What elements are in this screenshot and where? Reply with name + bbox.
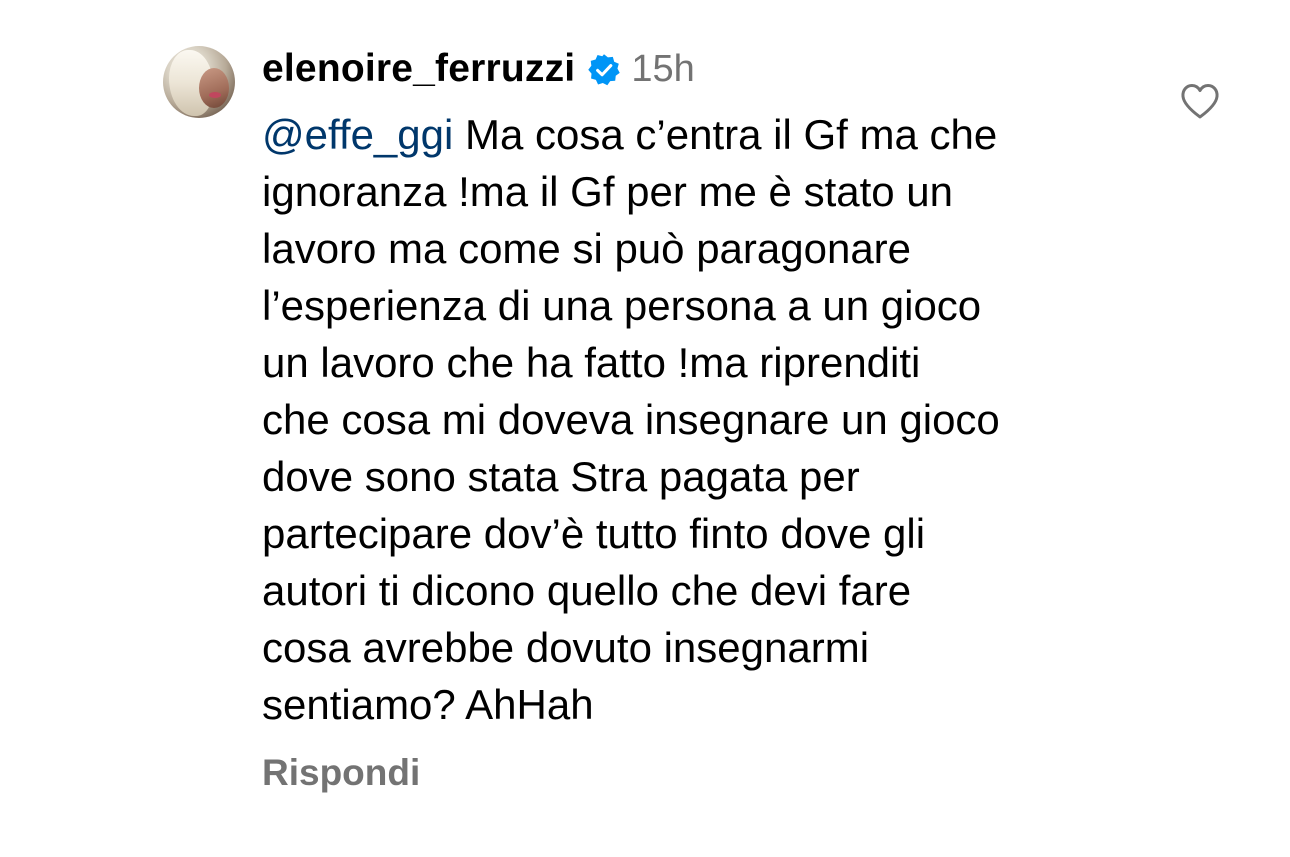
- like-button[interactable]: [1180, 82, 1220, 120]
- comment-line: lavoro ma come si può paragonare: [262, 225, 912, 272]
- heart-outline-icon: [1181, 84, 1219, 119]
- comment-line: @effe_ggi Ma cosa c’entra il Gf ma che: [262, 106, 1162, 163]
- avatar-face: [199, 68, 229, 108]
- comment-line: dove sono stata Stra pagata per: [262, 453, 860, 500]
- comment-line: un lavoro che ha fatto !ma riprenditi: [262, 339, 921, 386]
- comment-header: elenoire_ferruzzi 15h: [262, 46, 695, 92]
- comment-item: elenoire_ferruzzi 15h @effe_ggi Ma cosa …: [0, 0, 1290, 857]
- comment-line: cosa avrebbe dovuto insegnarmi: [262, 624, 870, 671]
- comment-line: partecipare dov’è tutto finto dove gli: [262, 510, 926, 557]
- comment-line: che cosa mi doveva insegnare un gioco: [262, 396, 1000, 443]
- reply-button[interactable]: Rispondi: [262, 752, 420, 794]
- mention-link[interactable]: @effe_ggi: [262, 111, 453, 158]
- comment-line: sentiamo? AhHah: [262, 681, 594, 728]
- comment-line: autori ti dicono quello che devi fare: [262, 567, 912, 614]
- username-link[interactable]: elenoire_ferruzzi: [262, 47, 575, 91]
- comment-timestamp: 15h: [631, 47, 695, 90]
- comment-line: ignoranza !ma il Gf per me è stato un: [262, 168, 954, 215]
- verified-badge-icon: [587, 53, 621, 87]
- comment-text: @effe_ggi Ma cosa c’entra il Gf ma che i…: [262, 106, 1162, 733]
- avatar-lips: [209, 92, 221, 98]
- comment-line: l’esperienza di una persona a un gioco: [262, 282, 982, 329]
- avatar[interactable]: [163, 46, 235, 118]
- comment-line-text: Ma cosa c’entra il Gf ma che: [465, 111, 998, 158]
